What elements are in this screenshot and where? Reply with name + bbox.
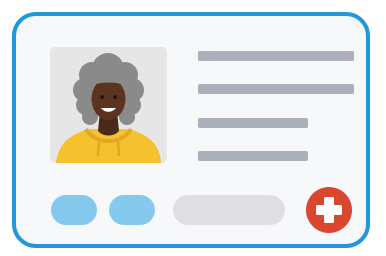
- profile-card: [12, 12, 370, 248]
- person-avatar-icon: [56, 53, 161, 163]
- tag-chip[interactable]: [109, 195, 155, 225]
- text-placeholder-line: [198, 118, 308, 128]
- input-placeholder-pill[interactable]: [173, 195, 285, 225]
- text-placeholder-line: [198, 151, 308, 161]
- avatar: [50, 47, 167, 163]
- tag-chip[interactable]: [51, 195, 97, 225]
- add-button[interactable]: [306, 187, 352, 233]
- text-placeholder-line: [198, 51, 354, 61]
- text-placeholder-line: [198, 84, 354, 94]
- plus-icon: [316, 197, 342, 223]
